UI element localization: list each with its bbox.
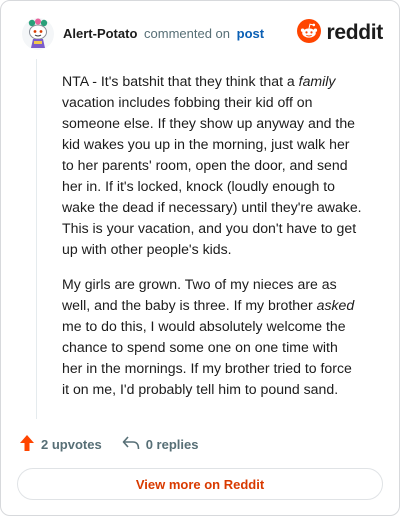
post-link[interactable]: post xyxy=(237,26,264,41)
paragraph-2-text-b: me to do this, I would absolutely welcom… xyxy=(62,318,352,397)
thread-line xyxy=(36,59,37,419)
paragraph-2-emphasis: asked xyxy=(316,297,355,313)
paragraph-1-emphasis: family xyxy=(298,73,336,89)
commented-on-text: commented on xyxy=(144,26,231,41)
view-more-button[interactable]: View more on Reddit xyxy=(17,468,383,500)
comment-embed-card: Alert-Potato commented on post reddit NT… xyxy=(0,0,400,516)
reddit-logo[interactable]: reddit xyxy=(297,18,383,48)
comment-meta: Alert-Potato commented on post xyxy=(63,26,264,41)
reddit-wordmark: reddit xyxy=(326,21,383,44)
comment-paragraph-2: My girls are grown. Two of my nieces are… xyxy=(62,274,362,400)
upvote-group[interactable]: 2 upvotes xyxy=(19,434,102,455)
reddit-snoo-icon xyxy=(297,18,322,48)
paragraph-2-text-a: My girls are grown. Two of my nieces are… xyxy=(62,276,337,313)
username-link[interactable]: Alert-Potato xyxy=(63,26,137,41)
comment-body: NTA - It's batshit that they think that … xyxy=(62,71,362,414)
reply-group[interactable]: 0 replies xyxy=(122,435,199,454)
reply-arrow-icon[interactable] xyxy=(122,435,140,454)
upvote-arrow-icon[interactable] xyxy=(19,434,35,455)
comment-header: Alert-Potato commented on post reddit xyxy=(17,15,383,51)
comment-paragraph-1: NTA - It's batshit that they think that … xyxy=(62,71,362,260)
reply-count: 0 replies xyxy=(145,436,199,452)
paragraph-1-text-b: vacation includes fobbing their kid off … xyxy=(62,94,362,257)
snoo-avatar-icon[interactable] xyxy=(21,17,55,51)
comment-footer: 2 upvotes 0 replies xyxy=(19,433,218,455)
upvote-count: 2 upvotes xyxy=(41,436,102,452)
paragraph-1-text-a: NTA - It's batshit that they think that … xyxy=(62,73,299,89)
